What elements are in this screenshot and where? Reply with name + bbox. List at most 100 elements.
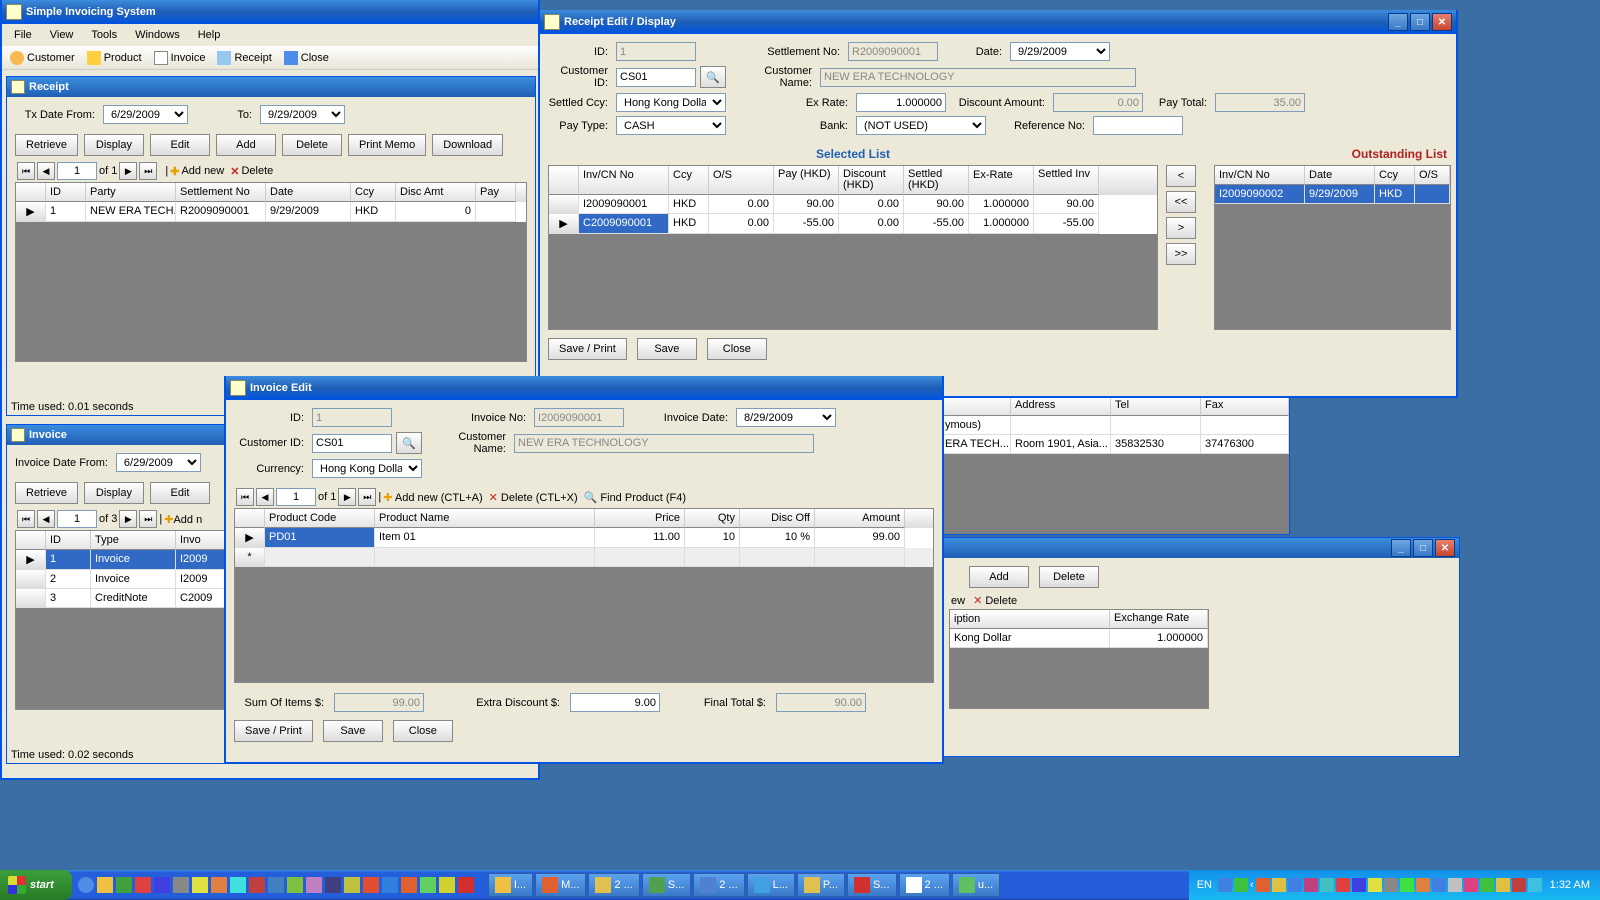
tray-expand-icon[interactable]: ‹: [1250, 879, 1254, 891]
tray-icon[interactable]: [1288, 878, 1302, 892]
app-icon[interactable]: [382, 877, 398, 893]
tray-icon[interactable]: [1272, 878, 1286, 892]
tray-icon[interactable]: [1368, 878, 1382, 892]
nav-add-new[interactable]: ✚Add new: [170, 165, 224, 178]
invoice-grid[interactable]: ID Type Invo ▶1InvoiceI2009 2InvoiceI200…: [15, 530, 227, 710]
app-icon[interactable]: [420, 877, 436, 893]
edit-button[interactable]: Edit: [150, 134, 210, 156]
task-button[interactable]: L...: [747, 873, 795, 897]
maximize-button[interactable]: □: [1410, 13, 1430, 31]
tray-icon[interactable]: [1416, 878, 1430, 892]
tray-icon[interactable]: [1218, 878, 1232, 892]
table-row[interactable]: I2009090001HKD0.0090.000.0090.001.000000…: [549, 195, 1157, 214]
table-row[interactable]: Kong Dollar1.000000: [950, 629, 1208, 648]
bank-field[interactable]: (NOT USED): [856, 116, 986, 135]
tray-icon[interactable]: [1336, 878, 1350, 892]
tb-invoice[interactable]: Invoice: [150, 49, 210, 67]
move-right-button[interactable]: >: [1166, 217, 1196, 239]
task-button[interactable]: 2 ...: [693, 873, 744, 897]
task-button[interactable]: I...: [488, 873, 533, 897]
app-icon[interactable]: [458, 877, 474, 893]
task-button[interactable]: P...: [797, 873, 845, 897]
start-button[interactable]: start: [0, 870, 72, 900]
tray-icon[interactable]: [1448, 878, 1462, 892]
save-print-button[interactable]: Save / Print: [548, 338, 627, 360]
app-icon[interactable]: [306, 877, 322, 893]
app-icon[interactable]: [325, 877, 341, 893]
tray-icon[interactable]: [1304, 878, 1318, 892]
tray-icon[interactable]: [1528, 878, 1542, 892]
tb-customer[interactable]: Customer: [6, 49, 79, 67]
task-button[interactable]: u...: [952, 873, 1000, 897]
download-button[interactable]: Download: [432, 134, 503, 156]
tb-close[interactable]: Close: [280, 49, 333, 67]
close-button[interactable]: Close: [707, 338, 767, 360]
nav-add-new[interactable]: ✚ Add new (CTL+A): [383, 491, 482, 504]
receipt-grid[interactable]: ID Party Settlement No Date Ccy Disc Amt…: [15, 182, 527, 362]
pay-type-field[interactable]: CASH: [616, 116, 726, 135]
extra-discount-field[interactable]: [570, 693, 660, 712]
tray-icon[interactable]: [1496, 878, 1510, 892]
minimize-button[interactable]: _: [1388, 13, 1408, 31]
inv-display-button[interactable]: Display: [84, 482, 144, 504]
task-button[interactable]: 2 ...: [899, 873, 950, 897]
close-button[interactable]: Close: [393, 720, 453, 742]
save-print-button[interactable]: Save / Print: [234, 720, 313, 742]
table-row[interactable]: 2InvoiceI2009: [16, 570, 226, 589]
nav-next[interactable]: ▶: [119, 162, 137, 180]
app-icon[interactable]: [249, 877, 265, 893]
nav-first[interactable]: ⏮: [17, 162, 35, 180]
move-left-button[interactable]: <: [1166, 165, 1196, 187]
tb-receipt[interactable]: Receipt: [213, 49, 275, 67]
app-icon[interactable]: [116, 877, 132, 893]
inv-edit-button[interactable]: Edit: [150, 482, 210, 504]
nav-find-product[interactable]: 🔍 Find Product (F4): [584, 491, 686, 504]
clock[interactable]: 1:32 AM: [1544, 879, 1596, 891]
curr-delete-button[interactable]: Delete: [1039, 566, 1099, 588]
nav-delete[interactable]: ✕Delete: [230, 165, 273, 178]
table-row[interactable]: 3CreditNoteC2009: [16, 589, 226, 608]
task-button[interactable]: S...: [847, 873, 897, 897]
inv-retrieve-button[interactable]: Retrieve: [15, 482, 78, 504]
menu-help[interactable]: Help: [190, 27, 229, 43]
app-icon[interactable]: [135, 877, 151, 893]
save-button[interactable]: Save: [637, 338, 697, 360]
currency-field[interactable]: Hong Kong Dollar: [312, 459, 422, 478]
nav-prev[interactable]: ◀: [256, 488, 274, 506]
nav-last[interactable]: ⏭: [139, 510, 157, 528]
invoice-date-from[interactable]: 6/29/2009: [116, 453, 201, 472]
customer-id-field[interactable]: [616, 68, 696, 87]
tray-icon[interactable]: [1234, 878, 1248, 892]
task-button[interactable]: S...: [642, 873, 692, 897]
language-indicator[interactable]: EN: [1193, 879, 1216, 891]
tray-icon[interactable]: [1464, 878, 1478, 892]
curr-add-button[interactable]: Add: [969, 566, 1029, 588]
print-memo-button[interactable]: Print Memo: [348, 134, 426, 156]
table-row[interactable]: ▶C2009090001HKD0.00-55.000.00-55.001.000…: [549, 214, 1157, 234]
close-button[interactable]: ✕: [1432, 13, 1452, 31]
app-icon[interactable]: [344, 877, 360, 893]
app-icon[interactable]: [363, 877, 379, 893]
nav-position[interactable]: [276, 488, 316, 506]
task-button[interactable]: 2 ...: [588, 873, 639, 897]
tb-product[interactable]: Product: [83, 49, 146, 67]
nav-delete[interactable]: ✕ Delete (CTL+X): [489, 491, 578, 504]
nav-delete[interactable]: ✕ Delete: [973, 594, 1017, 607]
nav-last[interactable]: ⏭: [139, 162, 157, 180]
nav-prev[interactable]: ◀: [37, 162, 55, 180]
tray-icon[interactable]: [1512, 878, 1526, 892]
nav-position[interactable]: [57, 162, 97, 180]
invoice-items-grid[interactable]: Product Code Product Name Price Qty Disc…: [234, 508, 934, 683]
nav-prev[interactable]: ◀: [37, 510, 55, 528]
delete-button[interactable]: Delete: [282, 134, 342, 156]
maximize-button[interactable]: □: [1413, 539, 1433, 557]
nav-position[interactable]: [57, 510, 97, 528]
app-icon[interactable]: [268, 877, 284, 893]
ex-rate-field[interactable]: [856, 93, 946, 112]
invoice-date-field[interactable]: 8/29/2009: [736, 408, 836, 427]
add-button[interactable]: Add: [216, 134, 276, 156]
ie-icon[interactable]: [78, 877, 94, 893]
settled-ccy-field[interactable]: Hong Kong Dollar: [616, 93, 726, 112]
nav-first[interactable]: ⏮: [17, 510, 35, 528]
menu-tools[interactable]: Tools: [83, 27, 125, 43]
